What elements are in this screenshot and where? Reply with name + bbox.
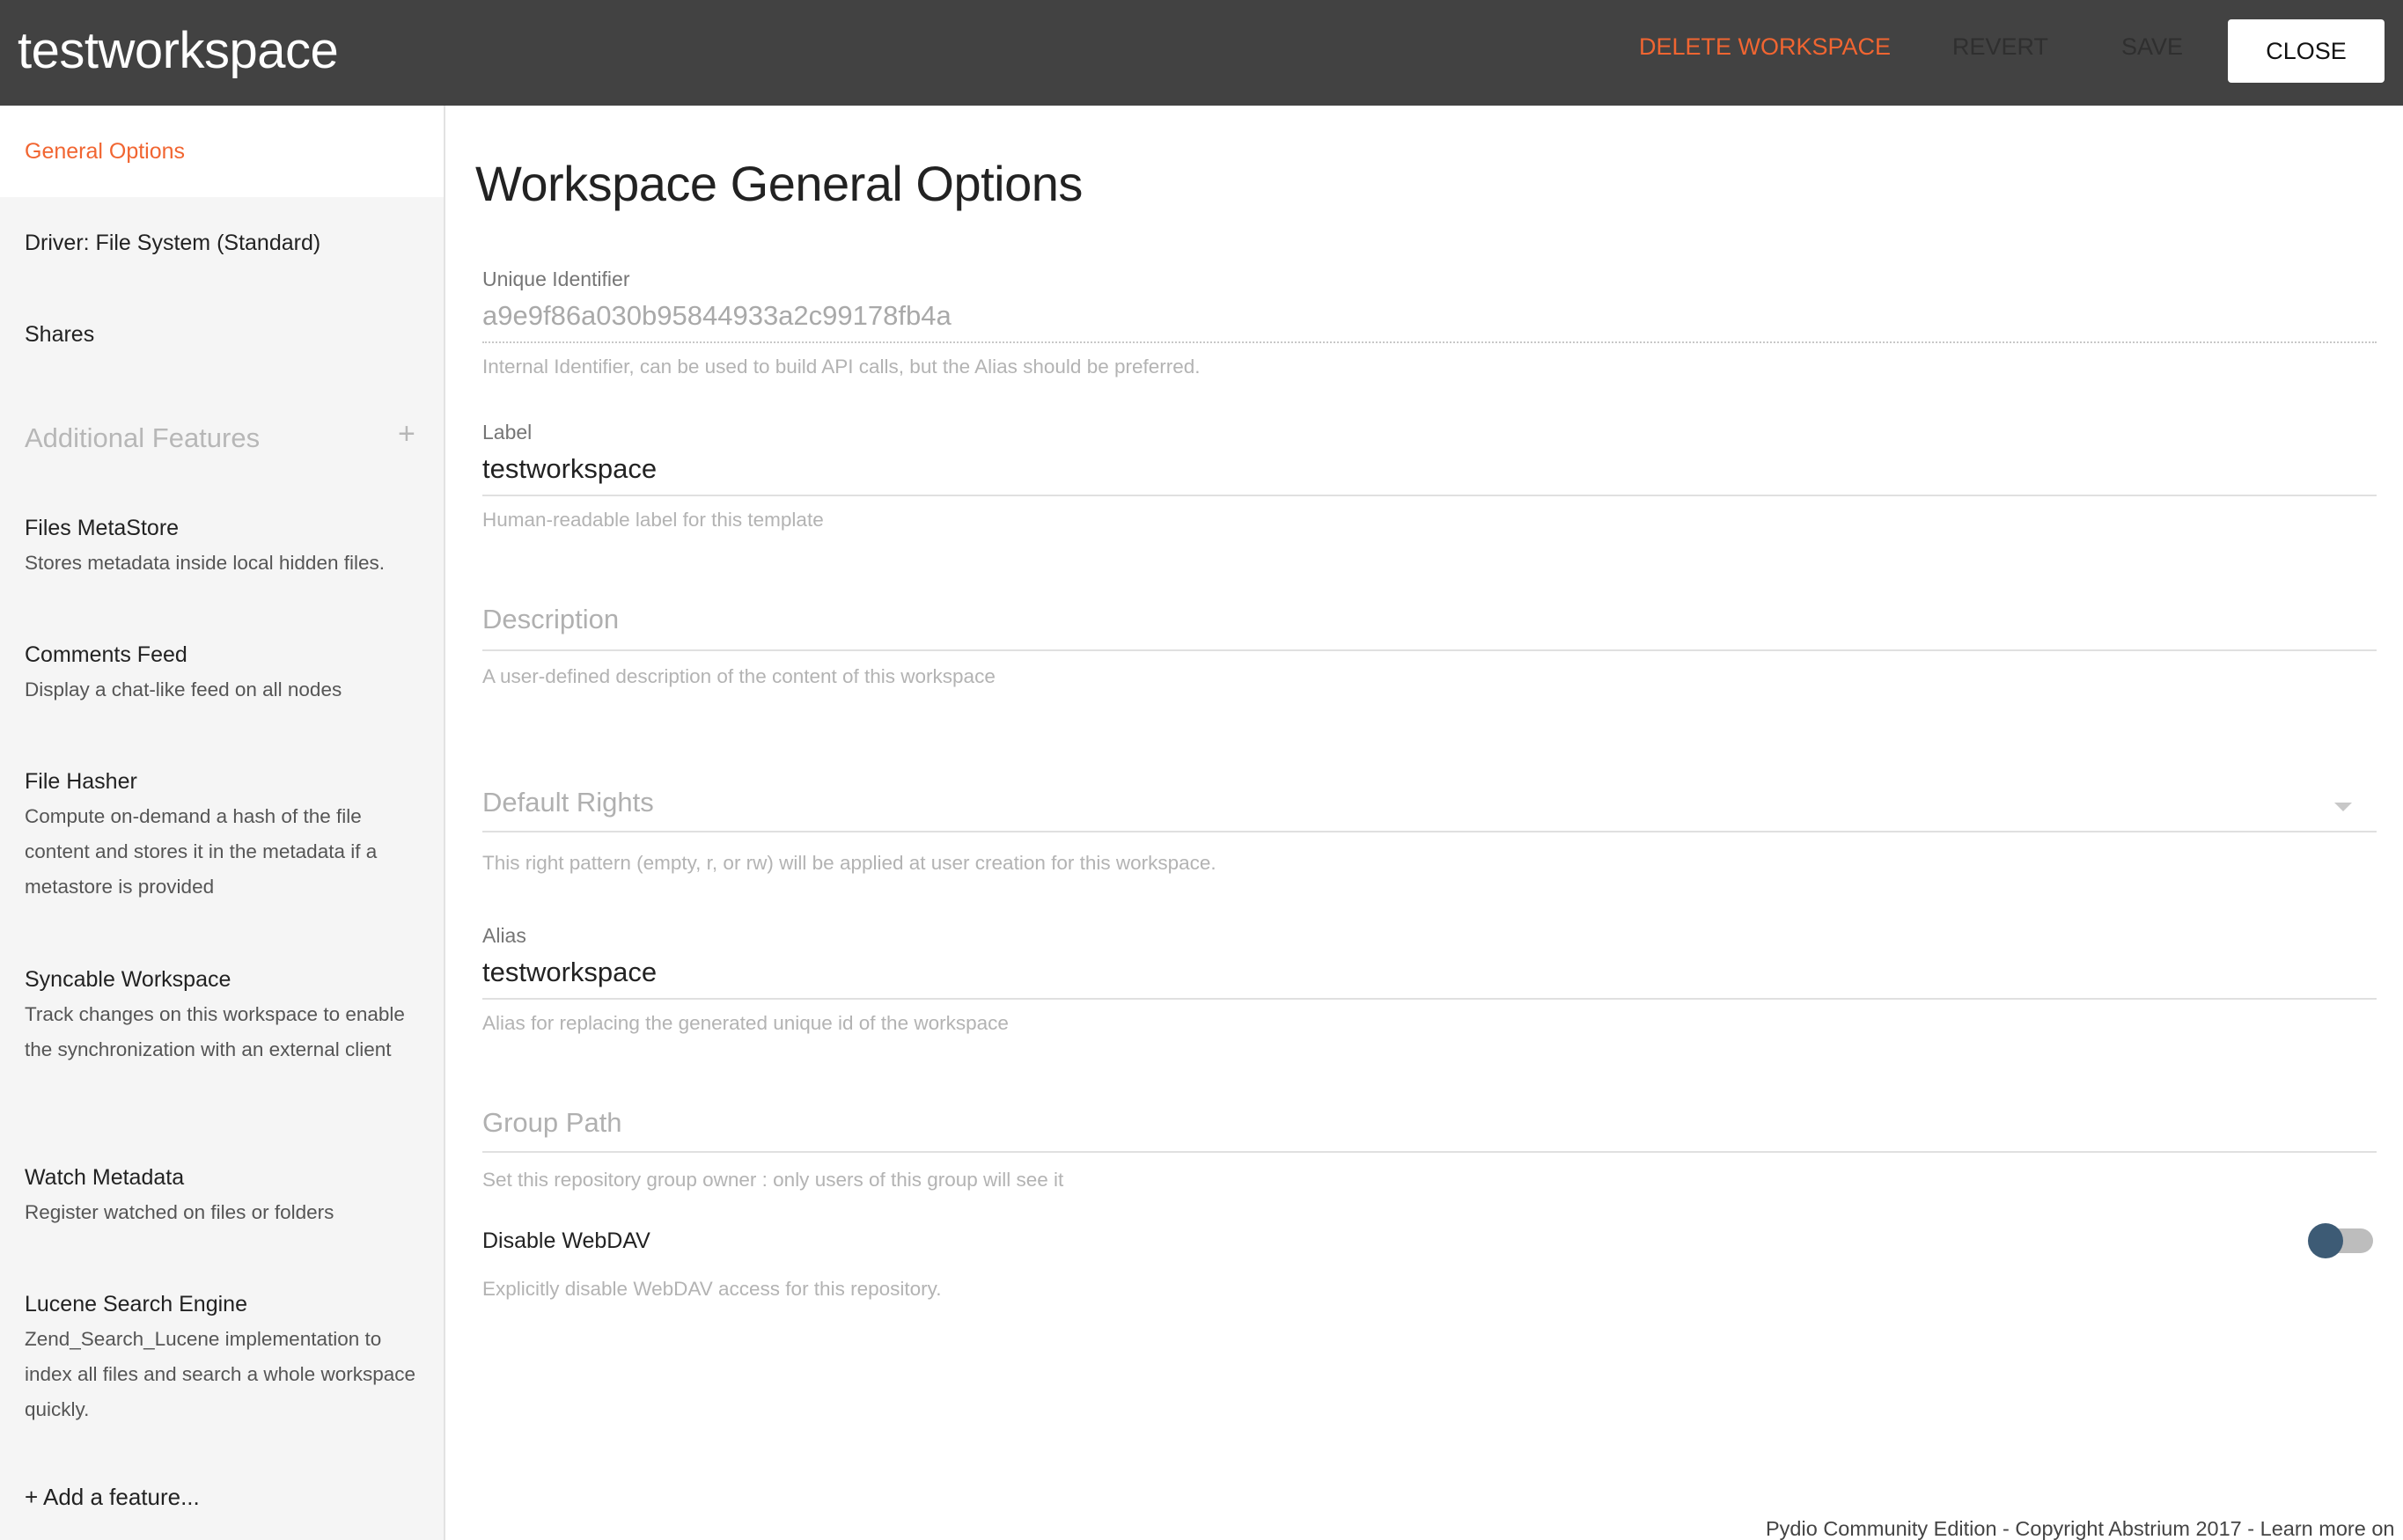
feature-description: Stores metadata inside local hidden file… <box>25 552 385 574</box>
feature-syncable-workspace[interactable]: Syncable Workspace Track changes on this… <box>25 964 421 1067</box>
workspace-title: testworkspace <box>18 22 339 79</box>
footer-copyright: Pydio Community Edition - Copyright Abst… <box>1766 1517 2395 1540</box>
field-underline <box>482 831 2377 832</box>
delete-workspace-button[interactable]: DELETE WORKSPACE <box>1639 33 1891 61</box>
sidebar-item-general-options[interactable]: General Options <box>0 106 444 197</box>
label-help: Human-readable label for this template <box>482 509 824 531</box>
field-underline <box>482 341 2377 343</box>
feature-lucene-search[interactable]: Lucene Search Engine Zend_Search_Lucene … <box>25 1288 421 1427</box>
disable-webdav-help: Explicitly disable WebDAV access for thi… <box>482 1278 942 1300</box>
description-help: A user-defined description of the conten… <box>482 665 996 687</box>
alias-field[interactable]: Alias testworkspace Alias for replacing … <box>482 924 2377 1038</box>
feature-files-metastore[interactable]: Files MetaStore Stores metadata inside l… <box>25 512 421 581</box>
save-button[interactable]: SAVE <box>2121 33 2183 61</box>
label-field-label: Label <box>482 421 533 444</box>
group-path-help: Set this repository group owner : only u… <box>482 1169 1064 1191</box>
add-feature-plus-icon[interactable]: + <box>398 419 415 449</box>
feature-name: Files MetaStore <box>25 516 180 540</box>
description-field[interactable]: Description A user-defined description o… <box>482 604 2377 700</box>
default-rights-help: This right pattern (empty, r, or rw) wil… <box>482 852 1216 874</box>
alias-help: Alias for replacing the generated unique… <box>482 1012 1009 1034</box>
field-underline <box>482 495 2377 496</box>
feature-comments-feed[interactable]: Comments Feed Display a chat-like feed o… <box>25 639 421 708</box>
feature-name: Syncable Workspace <box>25 967 231 992</box>
feature-name: File Hasher <box>25 769 137 794</box>
feature-description: Display a chat-like feed on all nodes <box>25 678 342 700</box>
sidebar-item-driver[interactable]: Driver: File System (Standard) <box>0 197 444 289</box>
label-field[interactable]: Label testworkspace Human-readable label… <box>482 421 2377 535</box>
default-rights-select[interactable]: Default Rights This right pattern (empty… <box>482 787 2377 884</box>
sidebar: General Options Driver: File System (Sta… <box>0 106 445 1540</box>
top-bar: testworkspace DELETE WORKSPACE REVERT SA… <box>0 0 2403 106</box>
default-rights-value[interactable]: Default Rights <box>482 787 2377 818</box>
toggle-thumb[interactable] <box>2308 1223 2343 1258</box>
feature-description: Track changes on this workspace to enabl… <box>25 1003 405 1060</box>
revert-button[interactable]: REVERT <box>1952 33 2048 61</box>
label-input[interactable]: testworkspace <box>482 453 2377 485</box>
feature-description: Compute on-demand a hash of the file con… <box>25 805 378 898</box>
alias-input[interactable]: testworkspace <box>482 957 2377 988</box>
add-feature-link[interactable]: + Add a feature... <box>25 1484 200 1511</box>
group-path-input[interactable]: Group Path <box>482 1107 2377 1139</box>
field-underline <box>482 1151 2377 1153</box>
feature-name: Lucene Search Engine <box>25 1292 247 1316</box>
page-title: Workspace General Options <box>475 156 1083 211</box>
feature-description: Register watched on files or folders <box>25 1201 334 1223</box>
sidebar-item-shares[interactable]: Shares <box>0 289 444 380</box>
unique-identifier-label: Unique Identifier <box>482 268 630 290</box>
disable-webdav-label: Disable WebDAV <box>482 1228 650 1253</box>
feature-watch-metadata[interactable]: Watch Metadata Register watched on files… <box>25 1162 421 1230</box>
feature-name: Comments Feed <box>25 642 187 667</box>
unique-identifier-help: Internal Identifier, can be used to buil… <box>482 356 1201 378</box>
description-input[interactable]: Description <box>482 604 2377 635</box>
disable-webdav-field: Disable WebDAV Explicitly disable WebDAV… <box>482 1228 2377 1308</box>
feature-description: Zend_Search_Lucene implementation to ind… <box>25 1328 415 1420</box>
alias-label: Alias <box>482 924 526 947</box>
group-path-field[interactable]: Group Path Set this repository group own… <box>482 1107 2377 1204</box>
unique-identifier-field: Unique Identifier a9e9f86a030b95844933a2… <box>482 268 2377 378</box>
field-underline <box>482 998 2377 1000</box>
field-underline <box>482 649 2377 651</box>
chevron-down-icon[interactable] <box>2334 803 2352 811</box>
unique-identifier-value: a9e9f86a030b95844933a2c99178fb4a <box>482 300 952 331</box>
main-panel: Workspace General Options Unique Identif… <box>447 106 2403 1540</box>
feature-name: Watch Metadata <box>25 1165 185 1190</box>
close-button[interactable]: CLOSE <box>2228 19 2385 83</box>
additional-features-heading: Additional Features <box>25 422 261 453</box>
feature-file-hasher[interactable]: File Hasher Compute on-demand a hash of … <box>25 766 421 905</box>
